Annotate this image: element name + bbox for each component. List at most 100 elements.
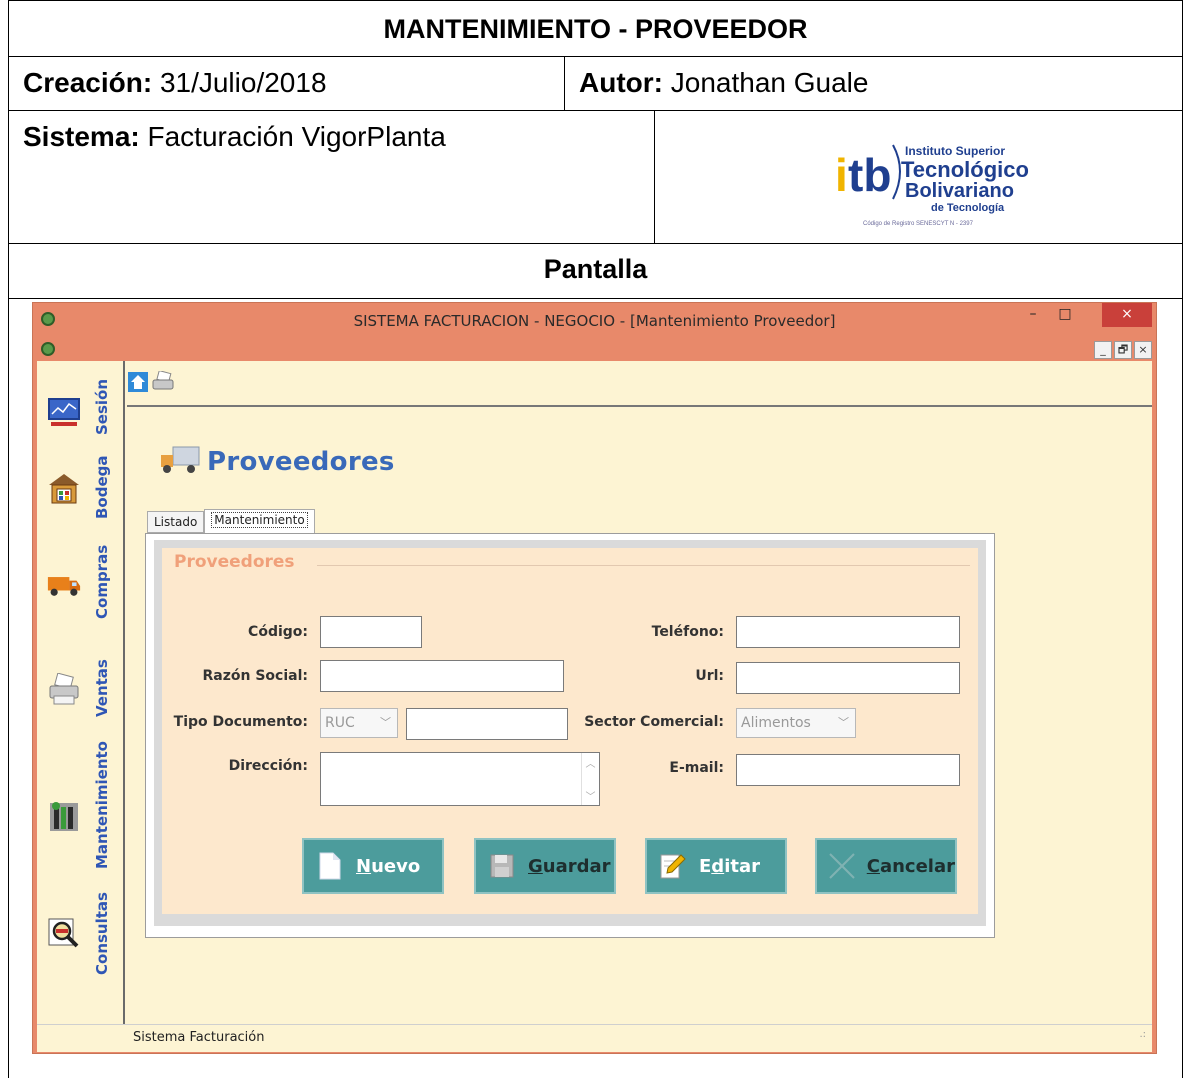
sidebar-item-label: Compras bbox=[93, 544, 111, 619]
sector-comercial-select[interactable]: Alimentos ﹀ bbox=[736, 708, 856, 738]
telefono-label: Teléfono: bbox=[651, 624, 724, 640]
truck-icon bbox=[47, 569, 81, 603]
group-box: Proveedores Código: Razón Social: Tipo D… bbox=[162, 548, 978, 914]
mdi-minimize-button[interactable]: _ bbox=[1094, 341, 1112, 359]
status-bar: Sistema Facturación .: bbox=[37, 1024, 1152, 1052]
main-content: Proveedores Listado Mantenimiento Provee… bbox=[127, 409, 1152, 1024]
client-area: Sesión Bodega Compras Ventas Mantenimien… bbox=[37, 361, 1152, 1024]
codigo-label: Código: bbox=[248, 624, 308, 640]
sidebar-item-consultas[interactable]: Consultas bbox=[37, 875, 125, 975]
logo-line1: Instituto Superior bbox=[905, 144, 1005, 158]
logo-line5: Código de Registro SENESCYT N - 2397 bbox=[863, 221, 974, 227]
tab-label: Mantenimiento bbox=[211, 512, 308, 528]
logo-cell: i tb Instituto Superior Tecnológico Boli… bbox=[654, 110, 1183, 244]
mdi-bar: _ 🗗 × bbox=[33, 339, 1156, 361]
sidebar-item-label: Sesión bbox=[93, 378, 111, 435]
sidebar: Sesión Bodega Compras Ventas Mantenimien… bbox=[37, 361, 125, 1024]
nuevo-label: uevo bbox=[371, 855, 421, 877]
razon-social-label: Razón Social: bbox=[202, 668, 308, 684]
nuevo-accel: N bbox=[356, 855, 372, 877]
url-label: Url: bbox=[695, 668, 724, 684]
page-title: Proveedores bbox=[207, 447, 395, 477]
editar-label-pre: E bbox=[699, 855, 712, 877]
razon-social-field[interactable] bbox=[320, 660, 564, 692]
logo-line3: Bolivariano bbox=[905, 180, 1014, 202]
group-divider bbox=[317, 565, 970, 566]
close-button[interactable]: × bbox=[1102, 303, 1152, 327]
screen-heading: Pantalla bbox=[8, 243, 1183, 299]
itb-logo: i tb Instituto Superior Tecnológico Boli… bbox=[835, 133, 1035, 233]
warehouse-icon bbox=[47, 471, 81, 505]
minimize-button[interactable]: – bbox=[1018, 303, 1048, 327]
sidebar-item-sesion[interactable]: Sesión bbox=[37, 367, 125, 435]
scroll-down-icon[interactable]: ﹀ bbox=[582, 788, 599, 803]
tab-strip: Listado Mantenimiento bbox=[147, 509, 315, 533]
tipo-documento-select[interactable]: RUC ﹀ bbox=[320, 708, 398, 738]
sidebar-item-label: Bodega bbox=[93, 455, 111, 519]
mdi-close-button[interactable]: × bbox=[1134, 341, 1152, 359]
logo-mark-tb: tb bbox=[848, 149, 891, 201]
cancelar-button[interactable]: Cancelar bbox=[815, 838, 957, 894]
scroll-up-icon[interactable]: ︿ bbox=[582, 755, 599, 770]
tipo-documento-value: RUC bbox=[325, 715, 355, 731]
direccion-label: Dirección: bbox=[228, 758, 308, 774]
author-cell: Autor: Jonathan Guale bbox=[564, 56, 1183, 111]
group-title: Proveedores bbox=[174, 552, 295, 572]
new-document-icon bbox=[310, 852, 350, 880]
sidebar-item-label: Ventas bbox=[93, 659, 111, 717]
document-title: MANTENIMIENTO - PROVEEDOR bbox=[8, 0, 1183, 57]
sector-comercial-label: Sector Comercial: bbox=[584, 714, 724, 730]
telefono-field[interactable] bbox=[736, 616, 960, 648]
sidebar-item-label: Mantenimiento bbox=[93, 741, 111, 869]
textarea-scrollbar[interactable]: ︿ ﹀ bbox=[581, 753, 599, 805]
maximize-button[interactable]: □ bbox=[1050, 303, 1080, 327]
direccion-textarea[interactable]: ︿ ﹀ bbox=[320, 752, 600, 806]
tab-listado[interactable]: Listado bbox=[147, 511, 205, 533]
mdi-child-icon[interactable] bbox=[41, 342, 55, 356]
codigo-field[interactable] bbox=[320, 616, 422, 648]
save-disk-icon bbox=[482, 852, 522, 880]
window-title: SISTEMA FACTURACION - NEGOCIO - [Manteni… bbox=[353, 312, 836, 330]
sidebar-item-ventas[interactable]: Ventas bbox=[37, 643, 125, 717]
logo-line2: Tecnológico bbox=[901, 157, 1029, 182]
mdi-controls: _ 🗗 × bbox=[1094, 341, 1152, 359]
page-truck-icon bbox=[161, 445, 201, 480]
tab-page: Proveedores Código: Razón Social: Tipo D… bbox=[145, 533, 995, 938]
app-window: SISTEMA FACTURACION - NEGOCIO - [Manteni… bbox=[32, 302, 1157, 1054]
title-bar[interactable]: SISTEMA FACTURACION - NEGOCIO - [Manteni… bbox=[33, 303, 1156, 339]
system-cell: Sistema: Facturación VigorPlanta bbox=[8, 110, 655, 244]
chevron-down-icon: ﹀ bbox=[838, 716, 849, 729]
toolstrip bbox=[127, 361, 1152, 407]
cancelar-label: ancelar bbox=[879, 855, 955, 877]
system-value: Facturación VigorPlanta bbox=[147, 121, 446, 152]
sector-comercial-value: Alimentos bbox=[741, 715, 811, 731]
email-label: E-mail: bbox=[669, 760, 724, 776]
tipo-documento-label: Tipo Documento: bbox=[173, 714, 308, 730]
url-field[interactable] bbox=[736, 662, 960, 694]
print-toolbar-icon[interactable] bbox=[151, 369, 175, 398]
editar-accel: d bbox=[711, 855, 725, 877]
guardar-label: uardar bbox=[542, 855, 611, 877]
sidebar-item-bodega[interactable]: Bodega bbox=[37, 435, 125, 519]
status-text: Sistema Facturación bbox=[133, 1030, 265, 1045]
sidebar-item-compras[interactable]: Compras bbox=[37, 529, 125, 619]
email-field[interactable] bbox=[736, 754, 960, 786]
document-number-field[interactable] bbox=[406, 708, 568, 740]
nuevo-button[interactable]: Nuevo bbox=[302, 838, 444, 894]
author-value: Jonathan Guale bbox=[670, 67, 869, 98]
edit-pencil-icon bbox=[653, 852, 693, 880]
editar-button[interactable]: Editar bbox=[645, 838, 787, 894]
tab-mantenimiento[interactable]: Mantenimiento bbox=[204, 509, 315, 533]
resize-grip-icon[interactable]: .: bbox=[1139, 1022, 1146, 1048]
monitor-chart-icon bbox=[47, 395, 81, 429]
logo-mark-i: i bbox=[835, 149, 848, 201]
system-label: Sistema: bbox=[23, 121, 140, 152]
sidebar-item-mantenimiento[interactable]: Mantenimiento bbox=[37, 733, 125, 869]
tools-icon bbox=[47, 799, 81, 833]
magnifier-icon bbox=[47, 915, 81, 949]
logo-line4: de Tecnología bbox=[931, 202, 1005, 214]
printer-icon bbox=[47, 673, 81, 707]
guardar-button[interactable]: Guardar bbox=[474, 838, 616, 894]
mdi-restore-button[interactable]: 🗗 bbox=[1114, 341, 1132, 359]
home-icon[interactable] bbox=[127, 371, 149, 398]
